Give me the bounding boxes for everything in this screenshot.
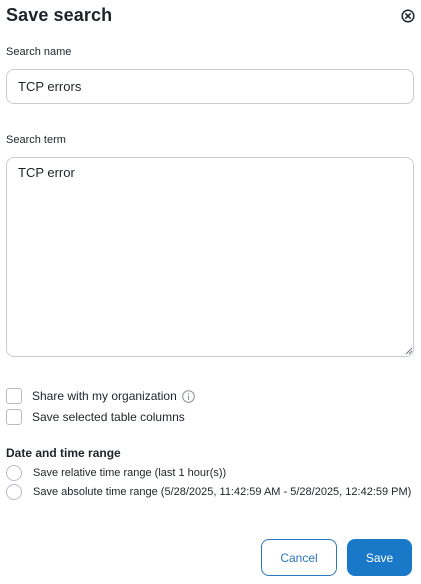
columns-checkbox[interactable] <box>6 409 22 425</box>
relative-range-radio[interactable] <box>6 465 22 481</box>
search-name-input[interactable] <box>6 69 414 104</box>
share-label: Share with my organization <box>32 389 177 403</box>
search-name-label: Search name <box>6 46 72 58</box>
date-range-heading: Date and time range <box>6 446 121 460</box>
cancel-button[interactable]: Cancel <box>261 539 337 576</box>
search-term-label: Search term <box>6 134 66 146</box>
share-option[interactable]: Share with my organization <box>6 387 195 405</box>
relative-range-label: Save relative time range (last 1 hour(s)… <box>33 467 227 479</box>
columns-option[interactable]: Save selected table columns <box>6 408 185 426</box>
relative-range-option[interactable]: Save relative time range (last 1 hour(s)… <box>6 464 226 482</box>
share-checkbox[interactable] <box>6 388 22 404</box>
absolute-range-label: Save absolute time range (5/28/2025, 11:… <box>33 486 412 498</box>
info-icon[interactable] <box>181 389 195 403</box>
save-button[interactable]: Save <box>347 539 412 576</box>
search-term-textarea[interactable]: TCP error <box>6 157 414 357</box>
dialog-title: Save search <box>6 5 113 25</box>
save-search-dialog: Save search Search name Search term TCP … <box>0 0 421 584</box>
absolute-range-radio[interactable] <box>6 484 22 500</box>
resize-grip-icon[interactable] <box>405 347 413 355</box>
close-icon[interactable] <box>401 9 415 23</box>
absolute-range-option[interactable]: Save absolute time range (5/28/2025, 11:… <box>6 483 411 501</box>
columns-label: Save selected table columns <box>32 410 185 424</box>
